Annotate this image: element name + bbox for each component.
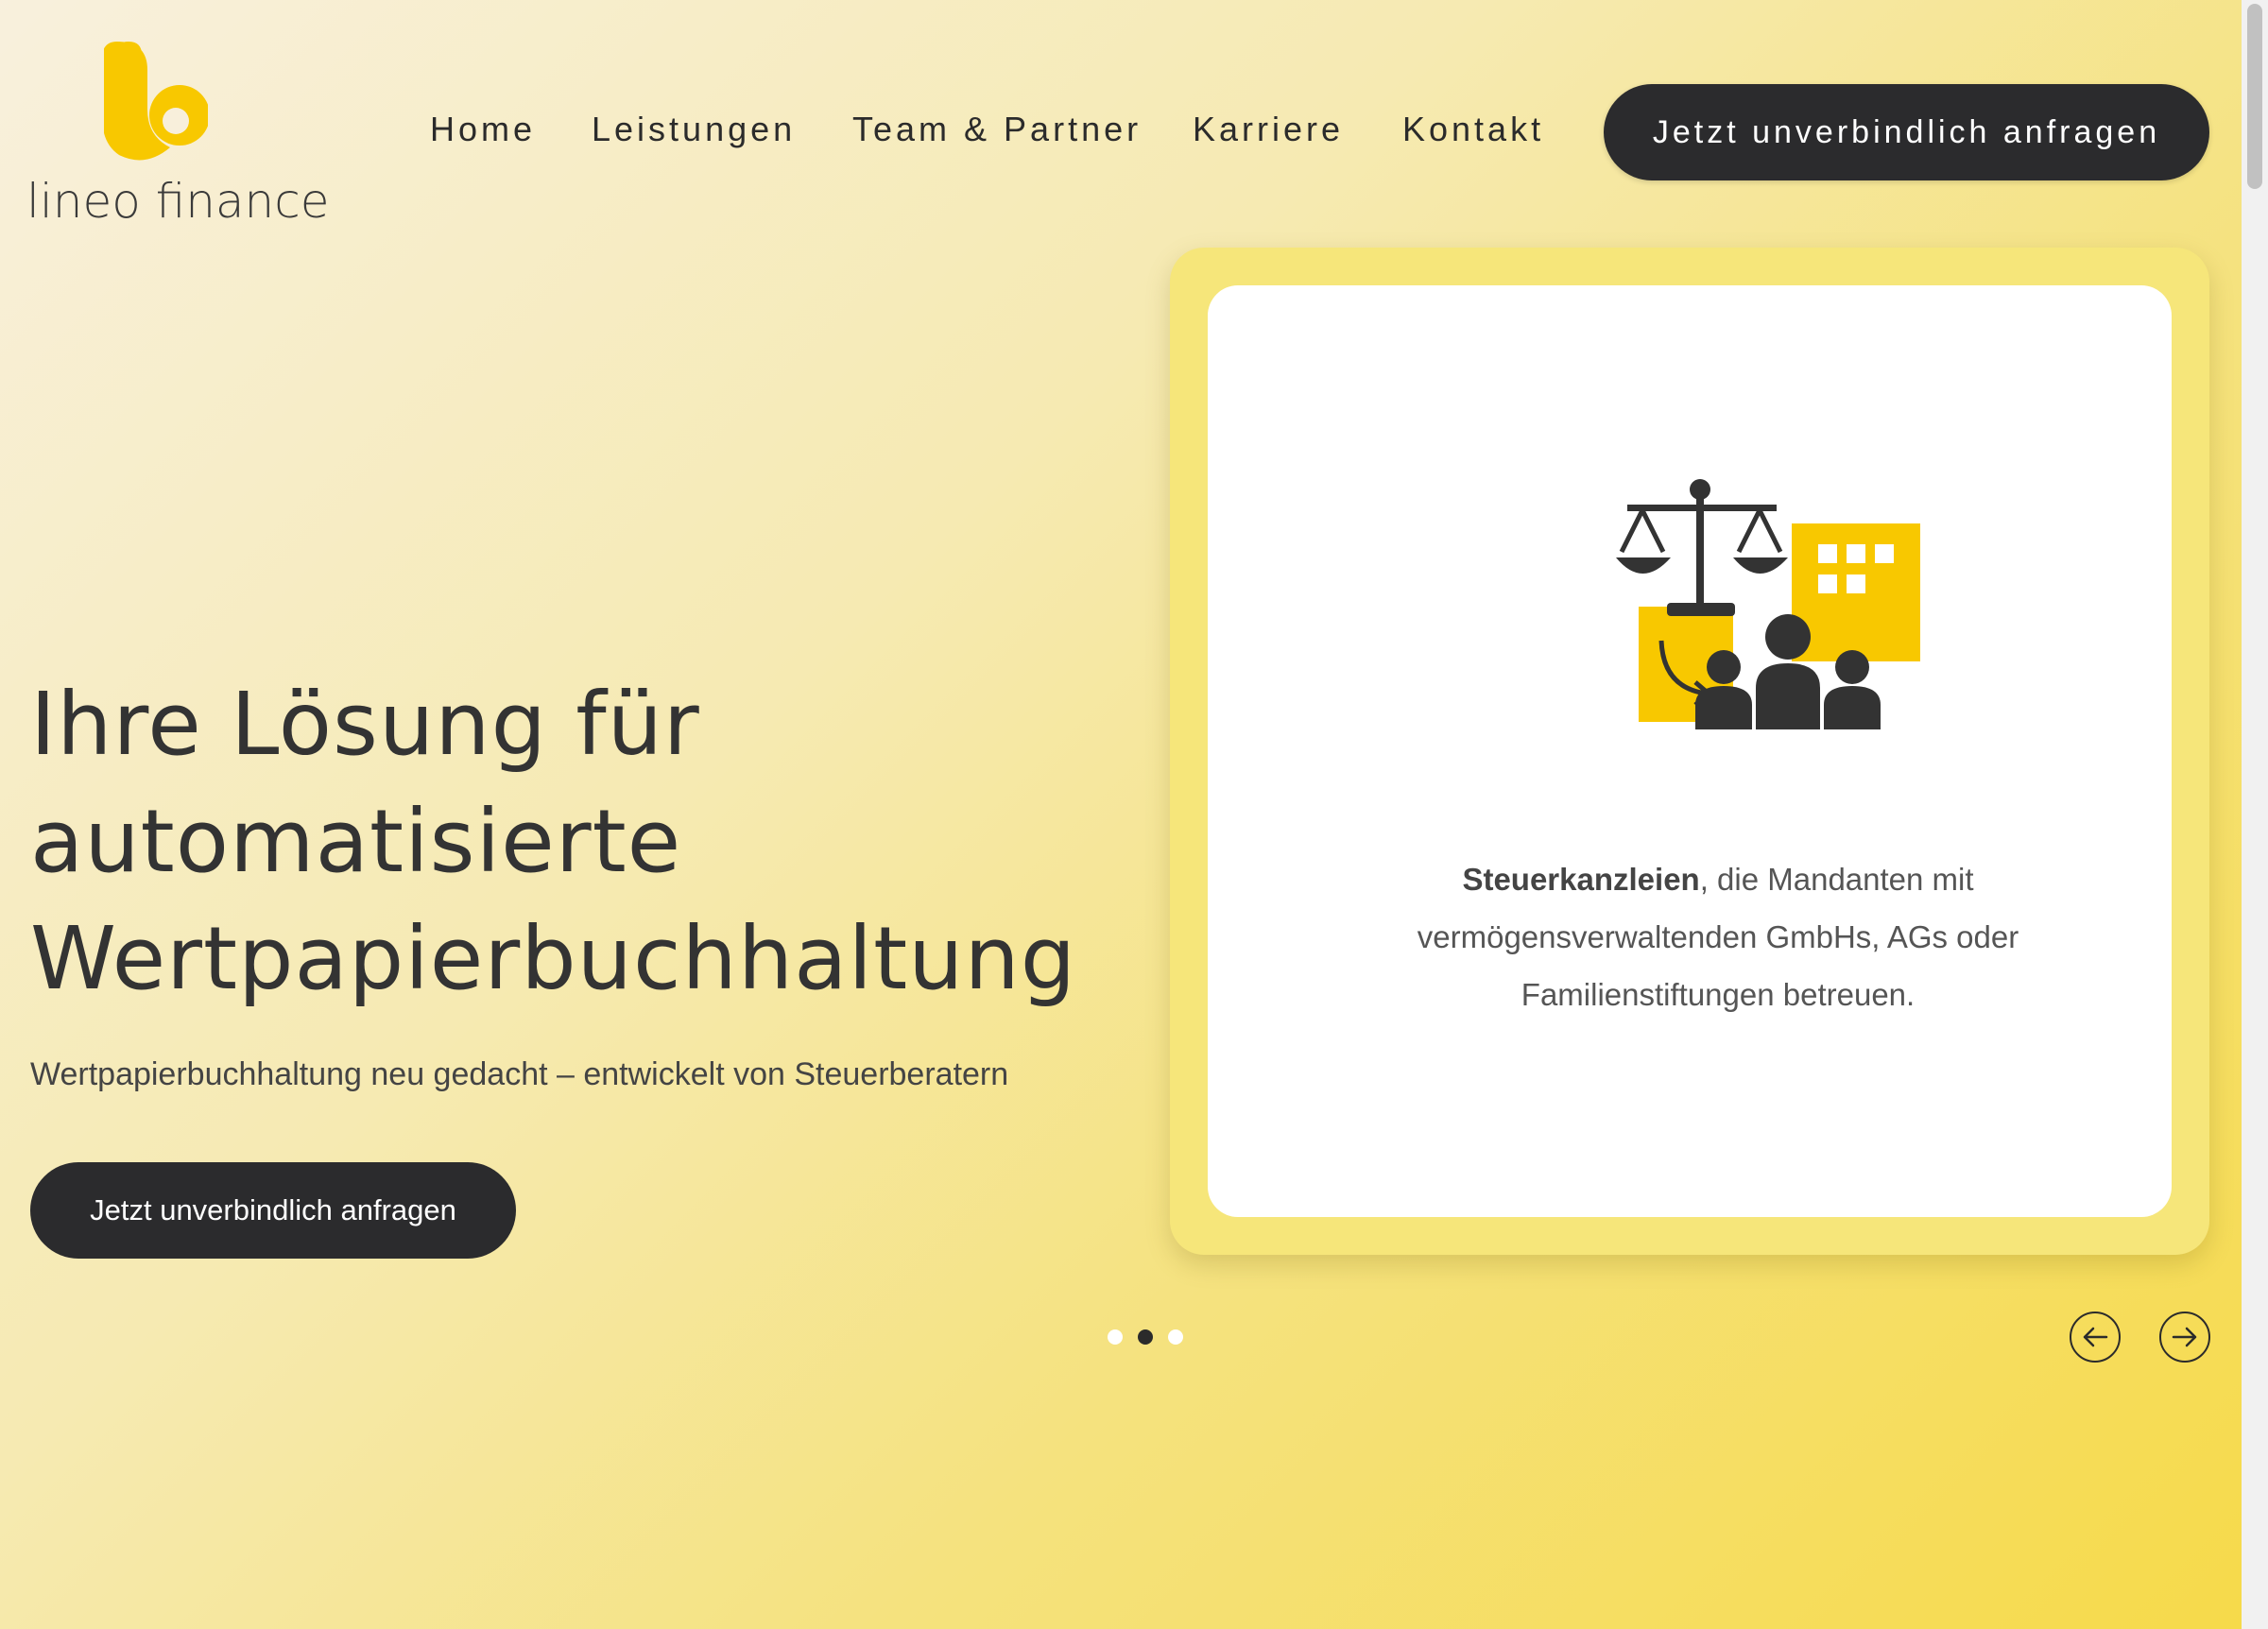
- slider-dot-active[interactable]: [1138, 1329, 1153, 1345]
- slider-next-button[interactable]: [2159, 1312, 2210, 1363]
- header-cta-button[interactable]: Jetzt unverbindlich anfragen: [1604, 84, 2209, 180]
- slide-card: Steuerkanzleien, die Mandanten mit vermö…: [1208, 285, 2172, 1217]
- nav-item-team-partner[interactable]: Team & Partner: [852, 110, 1142, 149]
- hero-title-line: Wertpapierbuchhaltung: [30, 908, 1077, 1009]
- slide-text: Steuerkanzleien, die Mandanten mit vermö…: [1359, 850, 2077, 1023]
- nav-item-kontakt[interactable]: Kontakt: [1402, 110, 1544, 149]
- slider-dot[interactable]: [1108, 1329, 1123, 1345]
- hero-title-line: automatisierte: [30, 791, 682, 892]
- nav-item-karriere[interactable]: Karriere: [1193, 110, 1344, 149]
- page: lineo finance Home Leistungen Team & Par…: [0, 0, 2242, 1629]
- lineo-logo-icon: [104, 42, 208, 161]
- slider-dots: [1108, 1329, 1183, 1345]
- arrow-right-icon: [2172, 1327, 2197, 1347]
- page-scrollbar[interactable]: [2242, 0, 2268, 1629]
- slide-text-bold: Steuerkanzleien: [1462, 862, 1700, 897]
- hero-title-line: Ihre Lösung für: [30, 674, 700, 775]
- hero-subtitle: Wertpapierbuchhaltung neu gedacht – entw…: [30, 1056, 1009, 1092]
- nav-item-leistungen[interactable]: Leistungen: [592, 110, 796, 149]
- hero-cta-button[interactable]: Jetzt unverbindlich anfragen: [30, 1162, 516, 1259]
- brand-name: lineo finance: [26, 174, 330, 229]
- slider-prev-button[interactable]: [2070, 1312, 2121, 1363]
- hero-title: Ihre Lösung für automatisierte Wertpapie…: [30, 666, 1077, 1018]
- brand-logo[interactable]: lineo finance: [26, 42, 329, 231]
- scrollbar-thumb[interactable]: [2247, 4, 2262, 189]
- nav-item-home[interactable]: Home: [430, 110, 536, 149]
- slider-dot[interactable]: [1168, 1329, 1183, 1345]
- slider-card-frame: Steuerkanzleien, die Mandanten mit vermö…: [1170, 248, 2209, 1255]
- tax-office-scales-icon: [1616, 479, 1920, 729]
- arrow-left-icon: [2083, 1327, 2108, 1347]
